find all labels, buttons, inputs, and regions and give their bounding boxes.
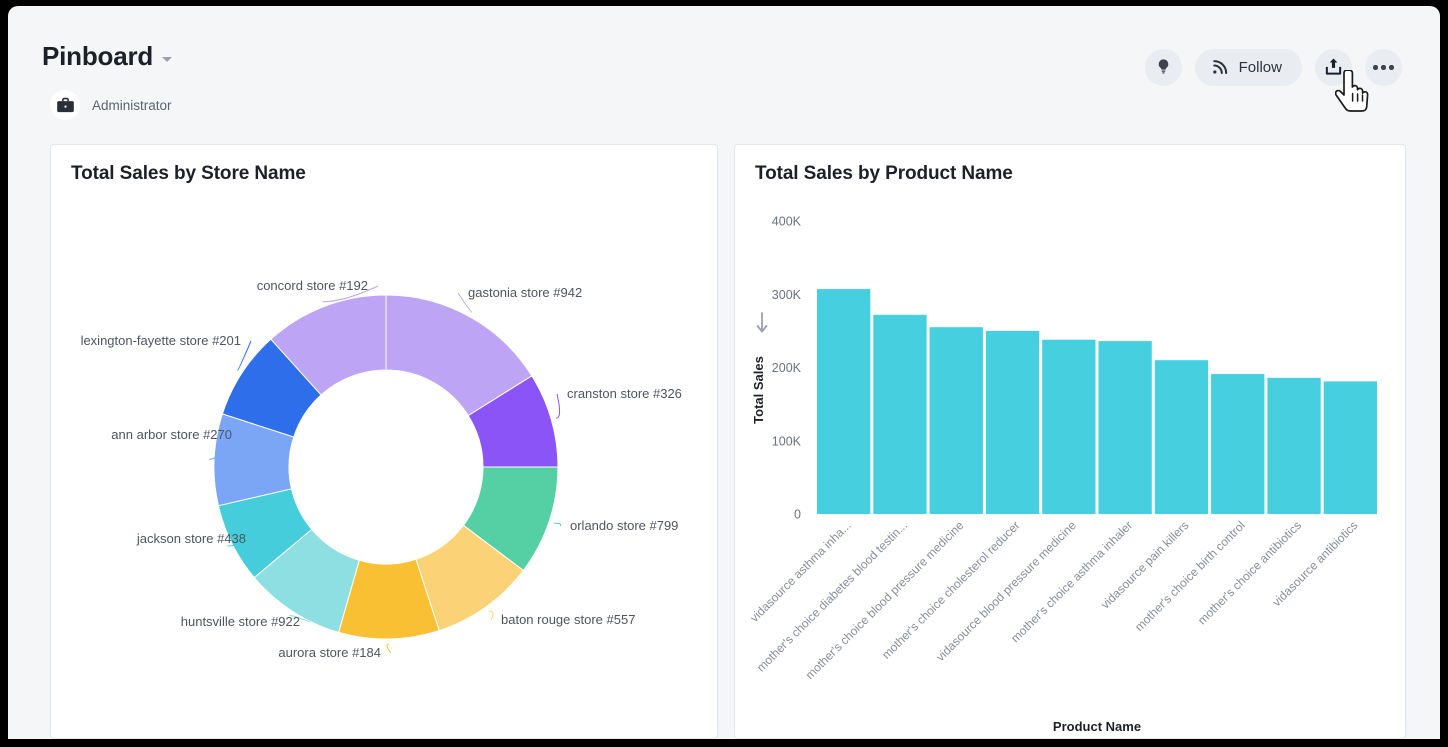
more-options-button[interactable] bbox=[1365, 49, 1402, 86]
donut-slice-label: concord store #192 bbox=[257, 278, 368, 293]
x-tick-label: mother's choice birth control bbox=[1132, 518, 1248, 634]
bar[interactable] bbox=[1323, 381, 1377, 514]
page-title: Pinboard bbox=[42, 41, 154, 71]
x-tick-label: mother's choice asthma inhaler bbox=[1008, 518, 1135, 645]
ellipsis-icon bbox=[1373, 65, 1394, 70]
y-axis-title: Total Sales bbox=[751, 356, 766, 424]
y-axis-ticks: 0 100K 200K 300K 400K bbox=[772, 215, 802, 522]
donut-chart[interactable]: gastonia store #942 cranston store #326 or… bbox=[51, 145, 719, 739]
leader-line bbox=[553, 522, 562, 527]
card-total-sales-by-store: Total Sales by Store Name gastonia store… bbox=[50, 144, 718, 739]
x-tick-label: vidasource asthma inha... bbox=[747, 518, 854, 625]
donut-slices[interactable] bbox=[213, 294, 559, 640]
bar-chart[interactable]: 0 100K 200K 300K 400K vidasource asthma inha… bbox=[735, 145, 1407, 739]
follow-button[interactable]: Follow bbox=[1194, 49, 1302, 86]
svg-text:Total Sales: Total Sales bbox=[751, 356, 766, 424]
bar[interactable] bbox=[985, 330, 1040, 514]
bar[interactable] bbox=[1042, 339, 1096, 514]
sort-arrow-icon bbox=[756, 312, 768, 333]
y-tick-label: 300K bbox=[772, 288, 802, 302]
y-tick-label: 100K bbox=[772, 434, 802, 448]
lightbulb-icon bbox=[1154, 57, 1173, 79]
x-tick-label: mother's choice antibiotics bbox=[1195, 518, 1304, 627]
donut-slice-label: jackson store #438 bbox=[136, 531, 246, 546]
app-screen: Pinboard Administrator Follow Total Sale… bbox=[8, 6, 1440, 739]
bar[interactable] bbox=[1098, 341, 1152, 514]
donut-slice-label: gastonia store #942 bbox=[468, 285, 582, 300]
donut-slice-label: baton rouge store #557 bbox=[501, 612, 635, 627]
briefcase-icon bbox=[50, 90, 80, 120]
chevron-down-icon[interactable] bbox=[162, 57, 173, 62]
donut-slice-label: ann arbor store #270 bbox=[111, 427, 232, 442]
leader-line bbox=[556, 393, 561, 419]
bar[interactable] bbox=[1211, 374, 1265, 514]
share-upload-icon bbox=[1323, 56, 1344, 80]
leader-line bbox=[386, 643, 392, 654]
bar[interactable] bbox=[929, 327, 983, 514]
card-total-sales-by-product: Total Sales by Product Name 0 100K 200K 300… bbox=[734, 144, 1406, 739]
bar[interactable] bbox=[1267, 377, 1321, 514]
bar[interactable] bbox=[817, 289, 871, 514]
y-tick-label: 0 bbox=[794, 508, 801, 522]
pinboard-header: Pinboard Administrator Follow bbox=[8, 6, 1440, 136]
bar[interactable] bbox=[1154, 360, 1209, 514]
bars[interactable] bbox=[817, 289, 1377, 514]
follow-label: Follow bbox=[1238, 59, 1282, 76]
donut-slice-label: aurora store #184 bbox=[278, 645, 381, 660]
share-button[interactable] bbox=[1315, 49, 1352, 86]
owner-name: Administrator bbox=[92, 97, 172, 113]
y-tick-label: 200K bbox=[772, 361, 802, 375]
donut-slice-label: huntsville store #922 bbox=[181, 614, 300, 629]
pinboard-owner: Administrator bbox=[50, 90, 172, 120]
x-axis-ticks: vidasource asthma inha... mother's choice… bbox=[747, 518, 1360, 682]
leader-line bbox=[488, 610, 494, 621]
y-tick-label: 400K bbox=[772, 215, 802, 229]
bar[interactable] bbox=[873, 314, 927, 514]
donut-slice-label: cranston store #326 bbox=[567, 386, 682, 401]
donut-slice-label: orlando store #799 bbox=[570, 518, 678, 533]
header-actions: Follow bbox=[1144, 49, 1402, 86]
pinboard-title-row[interactable]: Pinboard bbox=[42, 41, 173, 72]
donut-slice-label: lexington-fayette store #201 bbox=[81, 333, 241, 348]
lightbulb-button[interactable] bbox=[1144, 49, 1182, 86]
rss-icon bbox=[1212, 58, 1229, 78]
x-axis-title: Product Name bbox=[1053, 719, 1141, 734]
